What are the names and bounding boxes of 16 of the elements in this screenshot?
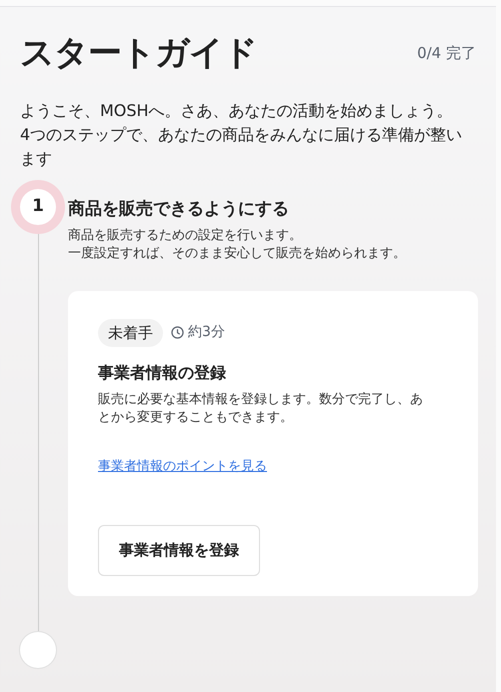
step-description: 商品を販売するための設定を行います。	[68, 226, 303, 245]
page-title: スタートガイド	[20, 32, 257, 75]
progress-text: 0/4 完了	[417, 42, 476, 64]
register-button[interactable]: 事業者情報を登録	[98, 525, 260, 576]
clock-icon	[171, 326, 184, 340]
task-description: 販売に必要な基本情報を登録します。数分で完了し、あとから変更することもできます。	[98, 391, 424, 428]
guide-link[interactable]: 事業者情報のポイントを見る	[98, 457, 267, 477]
task-title: 事業者情報の登録	[98, 362, 227, 384]
duration-text: 約3分	[188, 323, 225, 342]
status-badge: 未着手	[98, 318, 163, 348]
step-number: 1	[20, 189, 56, 226]
intro-text: 4つのステップで、あなたの商品をみんなに届ける準備が整います	[20, 124, 464, 170]
intro-text: ようこそ、MOSHへ。さあ、あなたの活動を始めましょう。	[20, 100, 454, 122]
step-title: 商品を販売できるようにする	[68, 198, 290, 222]
step-circle	[20, 632, 56, 668]
step-description: 一度設定すれば、そのまま安心して販売を始められます。	[68, 244, 407, 263]
